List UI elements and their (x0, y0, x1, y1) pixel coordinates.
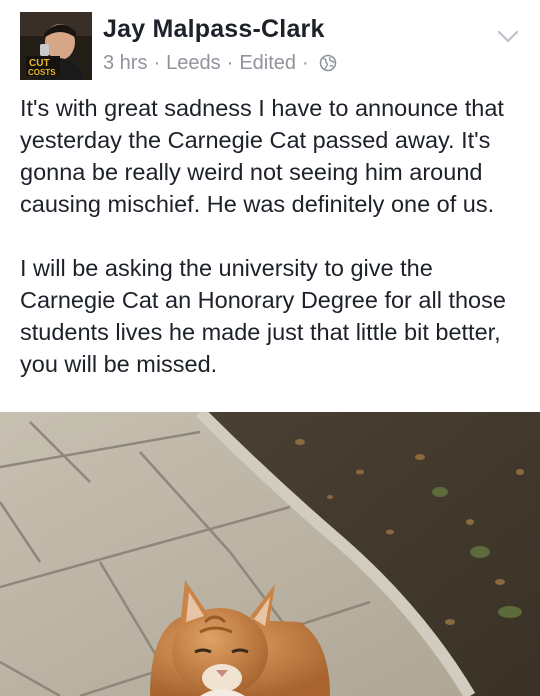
facebook-post: CUT COSTS Jay Malpass-Clark 3 hrs · Leed… (0, 0, 540, 696)
post-location[interactable]: Leeds (166, 52, 221, 75)
post-body: It's with great sadness I have to announ… (20, 92, 530, 412)
avatar-text-costs: COSTS (28, 68, 56, 77)
post-meta: 3 hrs · Leeds · Edited · (103, 50, 337, 76)
author-name[interactable]: Jay Malpass-Clark (103, 14, 325, 44)
post-photo[interactable] (0, 412, 540, 696)
post-time[interactable]: 3 hrs (103, 52, 147, 75)
meta-separator: · (226, 51, 234, 74)
cat-photo-image (0, 412, 540, 696)
chevron-down-icon[interactable] (496, 24, 520, 48)
edited-label[interactable]: Edited (239, 52, 296, 75)
meta-separator: · (302, 51, 309, 74)
post-paragraph: I will be asking the university to give … (20, 255, 506, 377)
globe-icon[interactable] (319, 54, 337, 72)
post-paragraph: It's with great sadness I have to announ… (20, 95, 504, 217)
avatar-image: CUT COSTS (20, 12, 92, 80)
post-header: CUT COSTS Jay Malpass-Clark 3 hrs · Leed… (0, 0, 540, 92)
meta-separator: · (153, 51, 161, 74)
avatar[interactable]: CUT COSTS (20, 12, 92, 80)
